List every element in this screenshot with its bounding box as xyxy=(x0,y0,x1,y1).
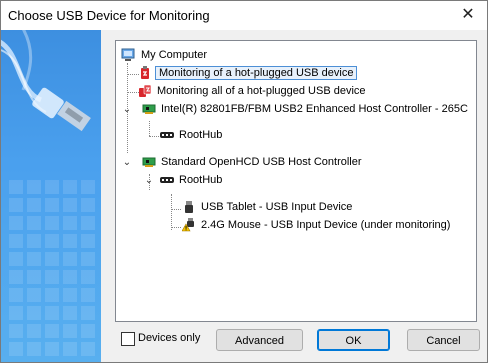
tree-guide-line xyxy=(149,121,150,136)
tree-item-label: USB Tablet - USB Input Device xyxy=(201,201,353,213)
tree-guide-line xyxy=(171,209,181,210)
pci-card-icon xyxy=(142,157,156,167)
dialog-content: My Computer Monitoring of a hot-plugged … xyxy=(101,30,487,362)
usb-device-icon xyxy=(185,201,193,213)
collapse-chevron-icon[interactable]: ⌄ xyxy=(144,172,154,189)
tree-item-label: Intel(R) 82801FB/FBM USB2 Enhanced Host … xyxy=(161,103,468,115)
tree-item-label: RootHub xyxy=(179,174,223,186)
tree-guide-line xyxy=(171,227,181,228)
tree-item-roothub-1[interactable]: RootHub xyxy=(160,127,224,144)
usb-plug-multi-icon xyxy=(139,84,152,97)
tree-item-openhcd-controller[interactable]: ⌄ Standard OpenHCD USB Host Controller xyxy=(122,154,364,171)
tree-item-label: My Computer xyxy=(141,49,208,61)
ok-button[interactable]: OK xyxy=(317,329,390,351)
usb-device-tree[interactable]: My Computer Monitoring of a hot-plugged … xyxy=(115,40,477,322)
collapse-chevron-icon[interactable]: ⌄ xyxy=(122,101,132,118)
window-title: Choose USB Device for Monitoring xyxy=(8,8,210,23)
usb-plug-red-icon xyxy=(141,66,149,79)
title-bar: Choose USB Device for Monitoring ✕ xyxy=(1,1,487,30)
dialog-window: Choose USB Device for Monitoring ✕ My Co… xyxy=(0,0,488,363)
tree-item-all-hot-plugged[interactable]: Monitoring all of a hot-plugged USB devi… xyxy=(138,83,368,100)
tree-guide-line xyxy=(171,194,172,230)
tree-root-my-computer[interactable]: My Computer xyxy=(121,47,209,64)
usb-cable-illustration xyxy=(1,30,95,356)
tree-item-roothub-2[interactable]: ⌄ RootHub xyxy=(144,172,224,189)
hub-icon xyxy=(160,132,174,138)
devices-only-label: Devices only xyxy=(138,332,201,344)
tree-item-label: Standard OpenHCD USB Host Controller xyxy=(161,156,362,168)
computer-icon xyxy=(121,48,135,61)
tree-item-intel-controller[interactable]: ⌄ Intel(R) 82801FB/FBM USB2 Enhanced Hos… xyxy=(122,101,470,118)
tree-item-hot-plugged-device[interactable]: Monitoring of a hot-plugged USB device xyxy=(138,65,358,82)
collapse-chevron-icon[interactable]: ⌄ xyxy=(122,154,132,171)
tree-item-label: Monitoring of a hot-plugged USB device xyxy=(155,66,358,80)
pci-card-icon xyxy=(142,104,156,114)
tree-item-label: RootHub xyxy=(179,129,223,141)
close-icon[interactable]: ✕ xyxy=(459,6,477,24)
advanced-button[interactable]: Advanced xyxy=(216,329,303,351)
usb-banner-image xyxy=(1,30,101,362)
devices-only-checkbox[interactable] xyxy=(121,332,135,346)
tree-item-usb-tablet[interactable]: USB Tablet - USB Input Device xyxy=(182,199,354,216)
usb-device-warning-icon xyxy=(182,218,194,232)
tree-item-label: Monitoring all of a hot-plugged USB devi… xyxy=(157,85,366,97)
tree-guide-line xyxy=(149,136,159,137)
tree-item-mouse[interactable]: 2.4G Mouse - USB Input Device (under mon… xyxy=(182,217,452,234)
hub-icon xyxy=(160,177,174,183)
cancel-button[interactable]: Cancel xyxy=(407,329,480,351)
tree-item-label: 2.4G Mouse - USB Input Device (under mon… xyxy=(201,219,451,231)
